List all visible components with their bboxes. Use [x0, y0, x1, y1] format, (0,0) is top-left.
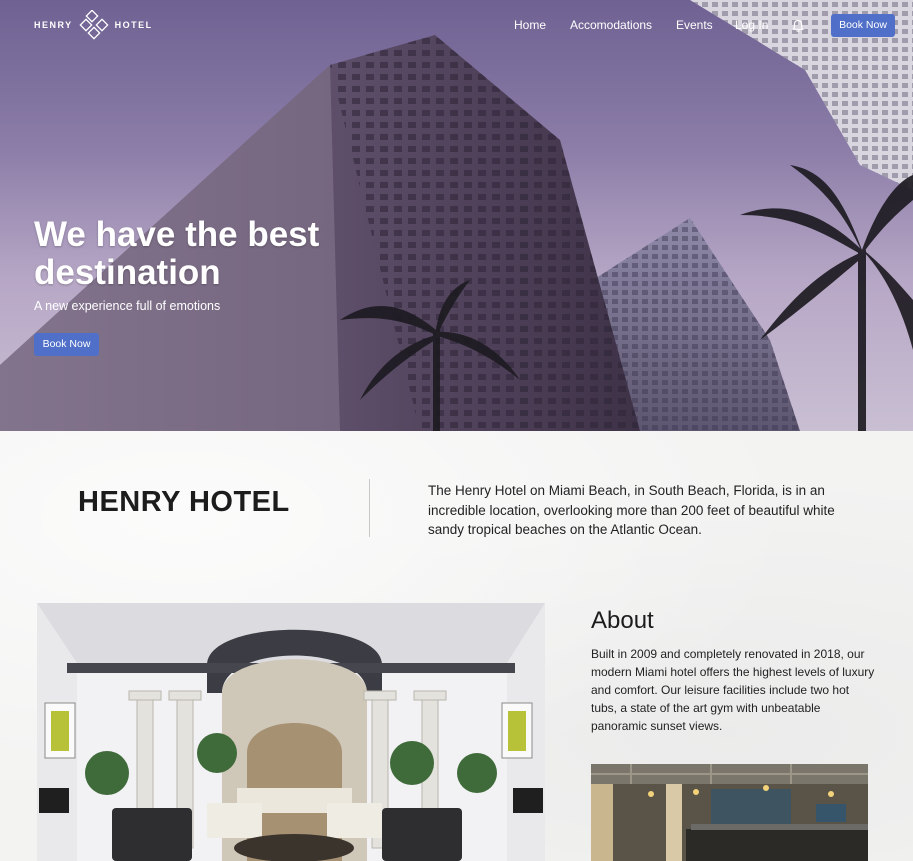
- logo-text-right: HOTEL: [114, 20, 153, 30]
- intro-section: HENRY HOTEL The Henry Hotel on Miami Bea…: [0, 431, 913, 861]
- hotel-name-heading: HENRY HOTEL: [78, 486, 290, 518]
- book-now-button-hero[interactable]: Book Now: [34, 333, 99, 356]
- book-now-button-nav[interactable]: Book Now: [831, 14, 895, 37]
- lobby-photo: [37, 603, 545, 861]
- about-description: Built in 2009 and completely renovated i…: [591, 647, 875, 733]
- nav-link-accomodations[interactable]: Accomodations: [570, 18, 652, 32]
- logo-text-left: HENRY: [34, 20, 73, 30]
- hero-title: We have the best destination: [34, 215, 320, 292]
- bell-icon[interactable]: [791, 19, 805, 33]
- intro-description: The Henry Hotel on Miami Beach, in South…: [428, 483, 835, 537]
- nav-link-home[interactable]: Home: [514, 18, 546, 32]
- nav-link-events[interactable]: Events: [676, 18, 713, 32]
- vertical-divider: [369, 479, 370, 537]
- bar-photo: [591, 764, 868, 861]
- hotel-logo[interactable]: HENRY HOTEL: [34, 8, 153, 42]
- hero-subtitle: A new experience full of emotions: [34, 299, 221, 313]
- nav-link-login[interactable]: Log In: [735, 18, 768, 32]
- about-heading: About: [591, 607, 654, 634]
- top-navigation: HENRY HOTEL Home Accomodations Events Lo…: [0, 0, 913, 52]
- diamond-logo-icon: [79, 10, 109, 40]
- hero-section: HENRY HOTEL Home Accomodations Events Lo…: [0, 0, 913, 431]
